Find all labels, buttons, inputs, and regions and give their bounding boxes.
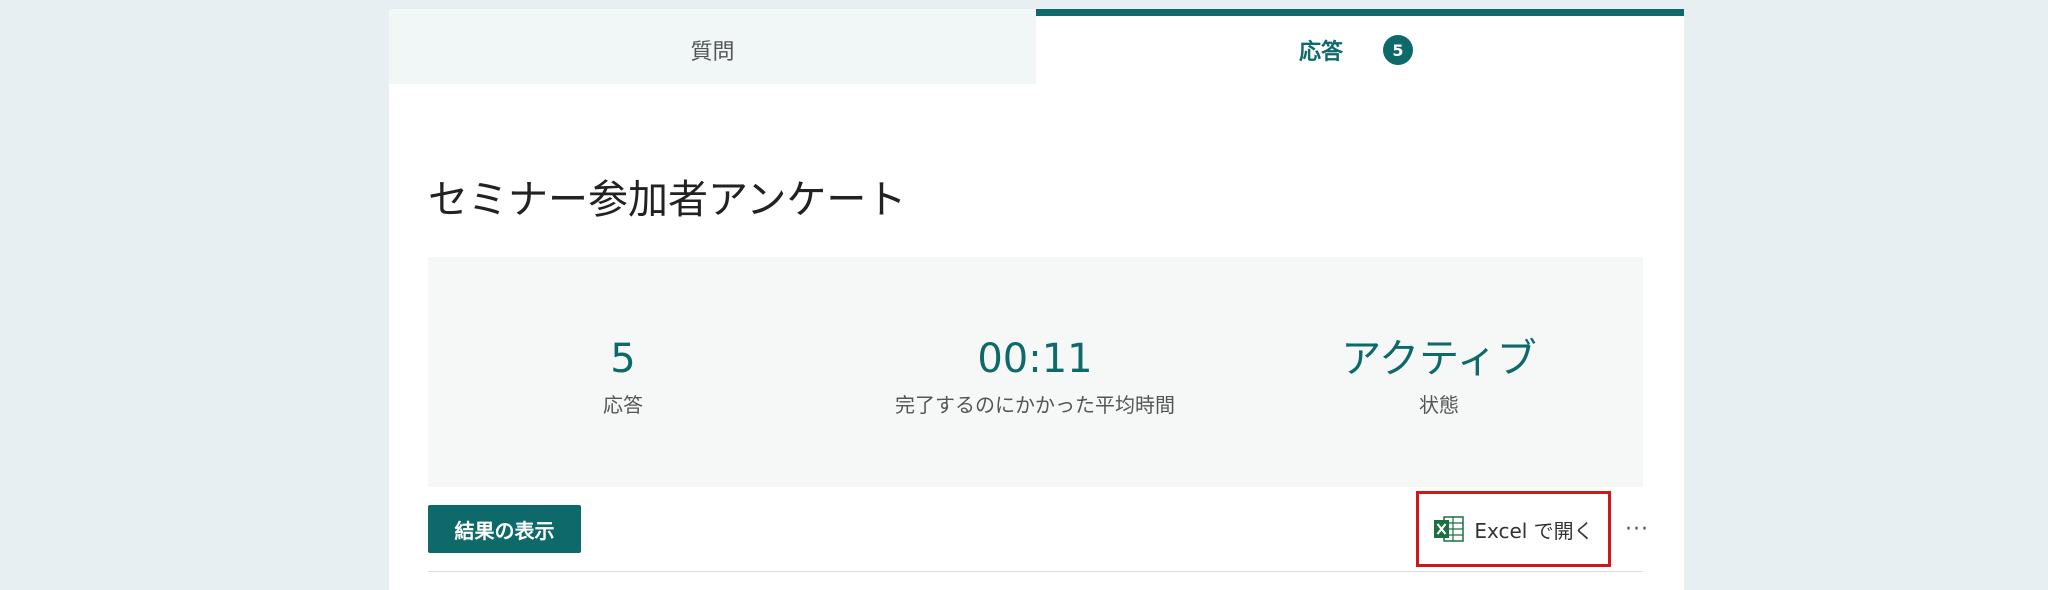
excel-icon [1433, 515, 1465, 543]
responses-panel: 質問 応答 5 セミナー参加者アンケート 5 応答 00:11 完了するのにかか… [389, 9, 1684, 590]
stat-average-time-label: 完了するのにかかった平均時間 [895, 393, 1175, 417]
tab-responses-label: 応答 [1298, 40, 1343, 65]
stat-status-label: 状態 [1419, 393, 1459, 417]
tab-responses[interactable]: 応答 5 [1036, 9, 1684, 84]
tab-bar: 質問 応答 5 [389, 9, 1684, 84]
tab-questions-label: 質問 [690, 40, 735, 65]
stat-responses: 5 応答 [413, 337, 833, 417]
divider [428, 571, 1643, 572]
tab-questions[interactable]: 質問 [389, 9, 1036, 84]
stat-average-time-value: 00:11 [977, 336, 1093, 382]
stat-responses-value: 5 [610, 336, 636, 382]
stat-status-value: アクティブ [1341, 336, 1537, 382]
summary-stats: 5 応答 00:11 完了するのにかかった平均時間 アクティブ 状態 [428, 257, 1643, 487]
stat-status: アクティブ 状態 [1229, 337, 1649, 417]
stat-responses-label: 応答 [603, 393, 643, 417]
more-options-button[interactable]: ··· [1617, 509, 1657, 549]
open-in-excel-button[interactable]: Excel で開く [1416, 491, 1611, 567]
stat-average-time: 00:11 完了するのにかかった平均時間 [825, 337, 1245, 417]
form-title: セミナー参加者アンケート [428, 177, 907, 223]
open-in-excel-label: Excel で開く [1474, 518, 1594, 543]
view-results-button[interactable]: 結果の表示 [428, 505, 581, 553]
responses-count-badge: 5 [1383, 35, 1413, 65]
